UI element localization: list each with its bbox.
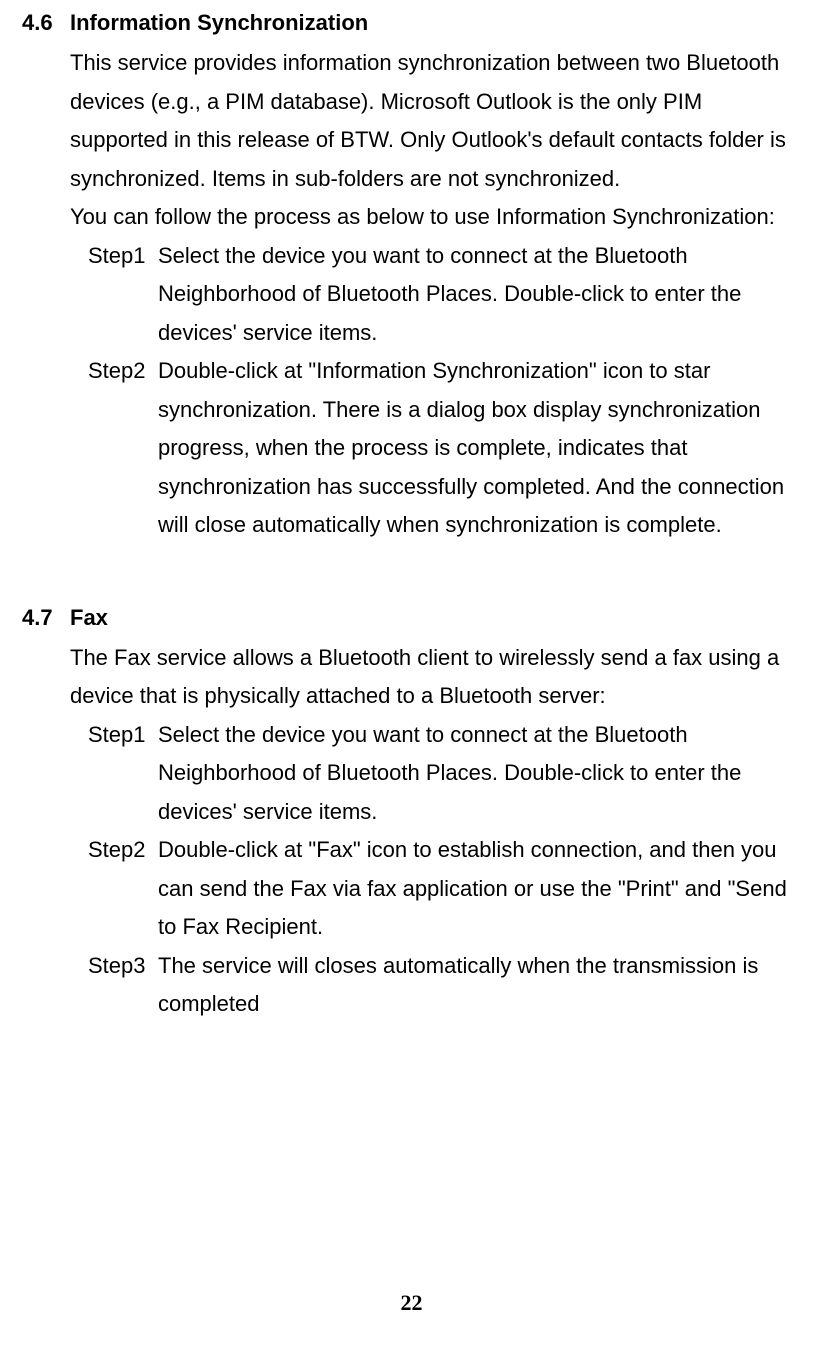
section-heading: 4.6 Information Synchronization xyxy=(22,10,801,36)
section-number: 4.7 xyxy=(22,605,70,631)
section-info-sync: 4.6 Information Synchronization This ser… xyxy=(22,10,801,545)
intro-paragraph: The Fax service allows a Bluetooth clien… xyxy=(70,639,801,716)
step-label: Step2 xyxy=(88,352,158,545)
step-text: Select the device you want to connect at… xyxy=(158,237,801,353)
step-text: Select the device you want to connect at… xyxy=(158,716,801,832)
step-label: Step1 xyxy=(88,237,158,353)
step-text: Double-click at "Information Synchroniza… xyxy=(158,352,801,545)
step-item: Step2 Double-click at "Fax" icon to esta… xyxy=(88,831,801,947)
intro-paragraph: This service provides information synchr… xyxy=(70,44,801,198)
section-body: This service provides information synchr… xyxy=(70,44,801,545)
page-number: 22 xyxy=(0,1290,823,1316)
step-item: Step3 The service will closes automatica… xyxy=(88,947,801,1024)
section-heading: 4.7 Fax xyxy=(22,605,801,631)
step-label: Step3 xyxy=(88,947,158,1024)
step-label: Step1 xyxy=(88,716,158,832)
step-item: Step1 Select the device you want to conn… xyxy=(88,716,801,832)
step-text: Double-click at "Fax" icon to establish … xyxy=(158,831,801,947)
section-fax: 4.7 Fax The Fax service allows a Bluetoo… xyxy=(22,605,801,1024)
section-title: Fax xyxy=(70,605,801,631)
section-number: 4.6 xyxy=(22,10,70,36)
step-item: Step2 Double-click at "Information Synch… xyxy=(88,352,801,545)
section-body: The Fax service allows a Bluetooth clien… xyxy=(70,639,801,1024)
step-text: The service will closes automatically wh… xyxy=(158,947,801,1024)
step-item: Step1 Select the device you want to conn… xyxy=(88,237,801,353)
section-title: Information Synchronization xyxy=(70,10,801,36)
intro-paragraph: You can follow the process as below to u… xyxy=(70,198,801,237)
document-page: 4.6 Information Synchronization This ser… xyxy=(0,0,823,1346)
step-label: Step2 xyxy=(88,831,158,947)
